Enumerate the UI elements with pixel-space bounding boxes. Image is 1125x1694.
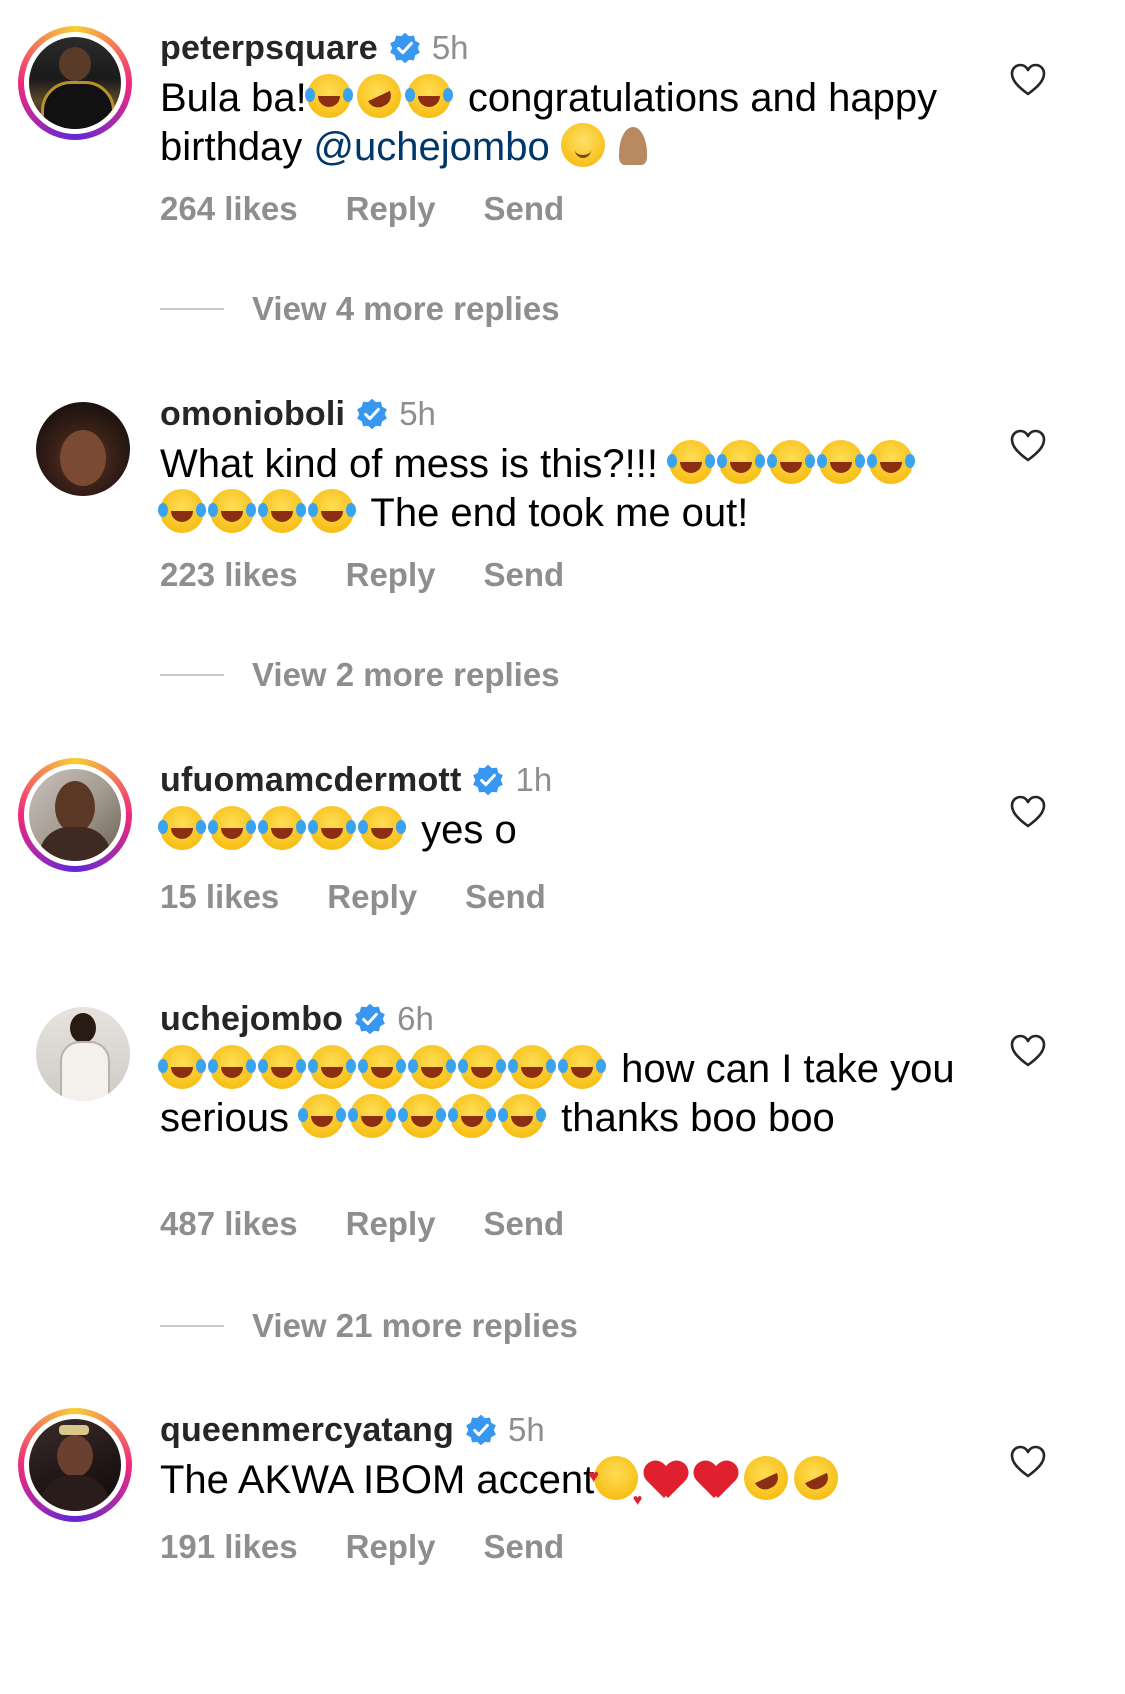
avatar[interactable] bbox=[18, 997, 132, 1111]
view-replies-button[interactable]: View 2 more replies bbox=[160, 656, 560, 694]
view-replies-button[interactable]: View 4 more replies bbox=[160, 290, 560, 328]
timestamp: 5h bbox=[508, 1411, 545, 1448]
avatar[interactable] bbox=[18, 392, 132, 506]
joy-emoji-icon bbox=[208, 806, 256, 850]
joy-emoji-icon bbox=[458, 1045, 506, 1089]
red-heart-emoji-icon bbox=[644, 1456, 688, 1500]
rofl-emoji-icon bbox=[737, 1448, 796, 1508]
joy-emoji-icon bbox=[308, 1045, 356, 1089]
joy-emoji-icon bbox=[208, 1045, 256, 1089]
reply-button[interactable]: Reply bbox=[346, 1528, 436, 1566]
send-button[interactable]: Send bbox=[484, 556, 565, 594]
avatar[interactable] bbox=[18, 758, 132, 872]
joy-emoji-icon bbox=[717, 440, 766, 484]
joy-emoji-icon bbox=[158, 489, 206, 533]
joy-emoji-icon bbox=[404, 74, 453, 118]
timestamp: 5h bbox=[431, 29, 469, 66]
smiling-blush-emoji-icon bbox=[560, 123, 605, 167]
likes-count[interactable]: 487 likes bbox=[160, 1205, 298, 1243]
joy-emoji-icon bbox=[408, 1045, 456, 1089]
joy-emoji-icon bbox=[304, 74, 353, 118]
username[interactable]: uchejombo bbox=[160, 1000, 343, 1039]
send-button[interactable]: Send bbox=[465, 878, 546, 916]
like-heart-icon[interactable] bbox=[1008, 60, 1048, 100]
username[interactable]: omonioboli bbox=[160, 395, 345, 434]
reply-button[interactable]: Reply bbox=[346, 1205, 436, 1243]
mention-link[interactable]: @uchejombo bbox=[313, 125, 549, 169]
username[interactable]: peterpsquare bbox=[160, 29, 378, 68]
pray-emoji-icon bbox=[611, 123, 655, 167]
joy-emoji-icon bbox=[308, 489, 356, 533]
like-heart-icon[interactable] bbox=[1008, 792, 1048, 832]
joy-emoji-icon bbox=[158, 1045, 206, 1089]
username[interactable]: ufuomamcdermott bbox=[160, 761, 461, 800]
likes-count[interactable]: 191 likes bbox=[160, 1528, 298, 1566]
comment-text: how can I take you serious thanks boo bo… bbox=[158, 1045, 955, 1140]
reply-button[interactable]: Reply bbox=[346, 556, 436, 594]
joy-emoji-icon bbox=[158, 806, 206, 850]
send-button[interactable]: Send bbox=[484, 1528, 565, 1566]
reply-button[interactable]: Reply bbox=[346, 190, 436, 228]
comment-text: What kind of mess is this?!!! The end to… bbox=[158, 440, 960, 538]
likes-count[interactable]: 15 likes bbox=[160, 878, 279, 916]
view-replies-label: View 21 more replies bbox=[252, 1307, 578, 1344]
rofl-emoji-icon bbox=[349, 66, 409, 126]
joy-emoji-icon bbox=[258, 806, 306, 850]
avatar[interactable] bbox=[18, 26, 132, 140]
comment-text: yes o bbox=[158, 806, 960, 855]
joy-emoji-icon bbox=[508, 1045, 556, 1089]
username[interactable]: queenmercyatang bbox=[160, 1411, 454, 1450]
red-heart-emoji-icon bbox=[694, 1456, 738, 1500]
view-replies-button[interactable]: View 21 more replies bbox=[160, 1307, 578, 1345]
like-heart-icon[interactable] bbox=[1008, 1031, 1048, 1071]
joy-emoji-icon bbox=[348, 1094, 397, 1138]
joy-emoji-icon bbox=[867, 440, 916, 484]
timestamp: 1h bbox=[515, 761, 553, 798]
likes-count[interactable]: 223 likes bbox=[160, 556, 298, 594]
joy-emoji-icon bbox=[817, 440, 866, 484]
verified-badge-icon bbox=[471, 763, 505, 797]
timestamp: 6h bbox=[397, 1000, 434, 1037]
joy-emoji-icon bbox=[308, 806, 356, 850]
divider-line bbox=[160, 1325, 224, 1327]
smiling-face-with-hearts-emoji-icon bbox=[588, 1452, 642, 1525]
divider-line bbox=[160, 308, 224, 310]
divider-line bbox=[160, 674, 224, 676]
timestamp: 5h bbox=[399, 395, 436, 432]
avatar[interactable] bbox=[18, 1408, 132, 1522]
joy-emoji-icon bbox=[398, 1094, 447, 1138]
likes-count[interactable]: 264 likes bbox=[160, 190, 298, 228]
verified-badge-icon bbox=[388, 31, 422, 65]
verified-badge-icon bbox=[353, 1002, 387, 1036]
like-heart-icon[interactable] bbox=[1008, 1442, 1048, 1482]
joy-emoji-icon bbox=[767, 440, 816, 484]
like-heart-icon[interactable] bbox=[1008, 426, 1048, 466]
reply-button[interactable]: Reply bbox=[327, 878, 417, 916]
send-button[interactable]: Send bbox=[484, 1205, 565, 1243]
send-button[interactable]: Send bbox=[484, 190, 565, 228]
joy-emoji-icon bbox=[667, 440, 716, 484]
verified-badge-icon bbox=[355, 397, 389, 431]
comment-text: The AKWA IBOM accent bbox=[160, 1448, 960, 1525]
view-replies-label: View 4 more replies bbox=[252, 290, 560, 327]
joy-emoji-icon bbox=[258, 1045, 306, 1089]
joy-emoji-icon bbox=[498, 1094, 547, 1138]
view-replies-label: View 2 more replies bbox=[252, 656, 560, 693]
verified-badge-icon bbox=[464, 1413, 498, 1447]
comment-text: Bula ba! congratulations and happy birth… bbox=[160, 66, 960, 172]
rofl-emoji-icon bbox=[787, 1448, 846, 1508]
joy-emoji-icon bbox=[558, 1045, 606, 1089]
joy-emoji-icon bbox=[208, 489, 256, 533]
joy-emoji-icon bbox=[448, 1094, 497, 1138]
joy-emoji-icon bbox=[358, 806, 406, 850]
joy-emoji-icon bbox=[358, 1045, 406, 1089]
joy-emoji-icon bbox=[258, 489, 306, 533]
joy-emoji-icon bbox=[298, 1094, 347, 1138]
